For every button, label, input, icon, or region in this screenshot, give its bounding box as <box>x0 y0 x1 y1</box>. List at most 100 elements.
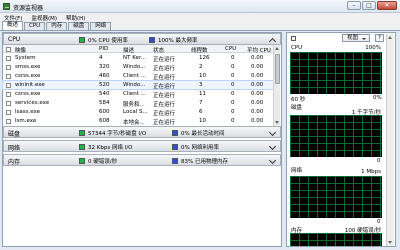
cell-image: System <box>15 54 36 61</box>
overview-panel: CPU 0% CPU 使用率 100% 最大频率 映像 PID 描述 状态 线程… <box>2 32 282 247</box>
cell-description: Client ... <box>123 90 146 97</box>
cpu-graph-label: CPU <box>291 45 303 51</box>
cpu-graph-min: 0% <box>373 95 382 101</box>
network-util-text: 0% 网络利用率 <box>181 145 219 151</box>
disk-active-text: 0% 最长活动时间 <box>181 131 225 137</box>
maximize-button[interactable]: □ <box>362 1 376 10</box>
cell-status: 正在运行 <box>153 74 176 81</box>
cell-avg-cpu: 0.00 <box>251 90 264 97</box>
row-checkbox[interactable] <box>6 64 11 70</box>
cell-description: Windo... <box>123 81 146 88</box>
table-row[interactable]: csrss.exe 460 Client ... 正在运行 10 0 0.00 <box>3 72 273 81</box>
network-util-indicator: 0% 网络利用率 <box>172 143 219 151</box>
col-avg-cpu-header[interactable]: 平均 CPU <box>247 46 271 54</box>
graph-toolbar: 视图 ? <box>287 33 395 44</box>
scroll-down-icon[interactable] <box>275 121 279 124</box>
cell-image: wininit.exe <box>15 81 45 88</box>
cell-pid: 460 <box>99 72 110 79</box>
col-description-header[interactable]: 描述 <box>123 46 134 54</box>
blue-square-icon <box>149 37 155 43</box>
cell-image: csrss.exe <box>15 72 41 79</box>
scroll-up-icon[interactable] <box>388 36 392 39</box>
close-button[interactable]: ✕ <box>377 1 397 10</box>
memory-graph <box>290 233 382 246</box>
network-section-header[interactable]: 网络 32 Kbps 网络 I/O 0% 网络利用率 <box>3 140 281 152</box>
view-dropdown[interactable]: 视图 <box>342 34 370 42</box>
expand-chevron-icon[interactable] <box>268 128 277 137</box>
cell-cpu: 0 <box>231 99 235 106</box>
green-square-icon <box>79 144 85 150</box>
col-cpu-header[interactable]: CPU <box>225 46 236 52</box>
green-square-icon <box>79 130 85 136</box>
row-checkbox[interactable] <box>6 91 11 97</box>
col-pid-header[interactable]: PID <box>99 46 108 52</box>
table-row[interactable]: lsm.exe 608 本地会... 正在运行 10 0 0.00 <box>3 117 273 126</box>
cell-status: 正在运行 <box>153 110 176 117</box>
menu-monitor[interactable]: 监视器(M) <box>31 14 57 22</box>
disk-section-header[interactable]: 磁盘 57344 字节/秒磁盘 I/O 0% 最长活动时间 <box>3 126 281 138</box>
minimize-button[interactable]: – <box>347 1 361 10</box>
tab-network[interactable]: 网络 <box>90 22 112 30</box>
expand-chevron-icon[interactable] <box>268 156 277 165</box>
disk-io-indicator: 57344 字节/秒磁盘 I/O <box>79 129 146 137</box>
scroll-down-icon[interactable] <box>388 241 392 244</box>
cell-avg-cpu: 0.00 <box>251 63 264 70</box>
cpu-section-header[interactable]: CPU 0% CPU 使用率 100% 最大频率 <box>3 33 281 46</box>
table-row[interactable]: services.exe 584 服务和... 正在运行 7 0 0.00 <box>3 99 273 108</box>
cell-pid: 540 <box>99 90 110 97</box>
graph-panel-scrollbar[interactable] <box>386 34 394 246</box>
cell-status: 正在运行 <box>153 65 176 72</box>
row-checkbox[interactable] <box>6 118 11 124</box>
disk-active-indicator: 0% 最长活动时间 <box>172 129 224 137</box>
memory-section-header[interactable]: 内存 0 硬错误/秒 83% 已用物理内存 <box>3 154 281 166</box>
row-checkbox[interactable] <box>6 109 11 115</box>
col-threads-header[interactable]: 线程数 <box>191 46 208 54</box>
network-io-text: 32 Kbps 网络 I/O <box>88 145 133 151</box>
cell-threads: 3 <box>199 81 203 88</box>
cell-threads: 10 <box>199 72 206 79</box>
tab-overview[interactable]: 概述 <box>2 21 24 30</box>
memory-used-text: 83% 已用物理内存 <box>181 159 228 165</box>
network-section-title: 网络 <box>8 145 21 152</box>
cell-cpu: 0 <box>231 81 235 88</box>
tab-disk[interactable]: 磁盘 <box>68 22 90 30</box>
row-checkbox[interactable] <box>6 73 11 79</box>
table-row[interactable]: csrss.exe 540 Client ... 正在运行 11 0 0.00 <box>3 90 273 99</box>
table-row[interactable]: smss.exe 320 Windo... 正在运行 2 0 0.00 <box>3 63 273 72</box>
cpu-frequency-indicator: 100% 最大频率 <box>149 36 197 44</box>
col-status-header[interactable]: 状态 <box>153 46 164 54</box>
cell-status: 正在运行 <box>153 83 176 90</box>
table-row[interactable]: lsass.exe 600 Local S... 正在运行 6 0 0.00 <box>3 108 273 117</box>
tab-cpu[interactable]: CPU <box>24 22 46 30</box>
cell-status: 正在运行 <box>153 101 176 108</box>
cpu-section-title: CPU <box>8 36 21 43</box>
row-checkbox[interactable] <box>6 100 11 106</box>
collapse-chevron-icon[interactable] <box>268 37 277 46</box>
menu-help[interactable]: 帮助(H) <box>66 14 85 22</box>
select-all-checkbox[interactable] <box>6 46 11 52</box>
expand-chevron-icon[interactable] <box>268 142 277 151</box>
cell-avg-cpu: 0.00 <box>251 72 264 79</box>
green-square-icon <box>79 37 85 43</box>
row-checkbox[interactable] <box>6 82 11 88</box>
cell-threads: 6 <box>199 108 203 115</box>
cell-cpu: 0 <box>231 108 235 115</box>
col-image-header[interactable]: 映像 <box>15 46 26 54</box>
cell-threads: 10 <box>199 117 206 124</box>
network-graph-min: 0 <box>377 219 381 225</box>
help-button[interactable]: ? <box>375 34 384 42</box>
scroll-up-icon[interactable] <box>275 47 279 50</box>
cpu-table-scrollbar[interactable] <box>273 45 280 126</box>
tab-memory[interactable]: 内存 <box>46 22 68 30</box>
panel-toggle-icon[interactable] <box>291 36 296 41</box>
scroll-thumb[interactable] <box>275 54 280 84</box>
row-checkbox[interactable] <box>6 55 11 61</box>
cell-cpu: 0 <box>231 72 235 79</box>
cell-pid: 320 <box>99 63 110 70</box>
cell-avg-cpu: 0.00 <box>251 117 264 124</box>
table-row[interactable]: wininit.exe 520 Windo... 正在运行 3 0 0.00 <box>2 80 274 90</box>
cell-cpu: 0 <box>231 117 235 124</box>
cell-description: NT Ker... <box>123 54 146 61</box>
cell-status: 正在运行 <box>153 92 176 99</box>
table-row[interactable]: System 4 NT Ker... 正在运行 126 0 0.00 <box>3 54 273 63</box>
